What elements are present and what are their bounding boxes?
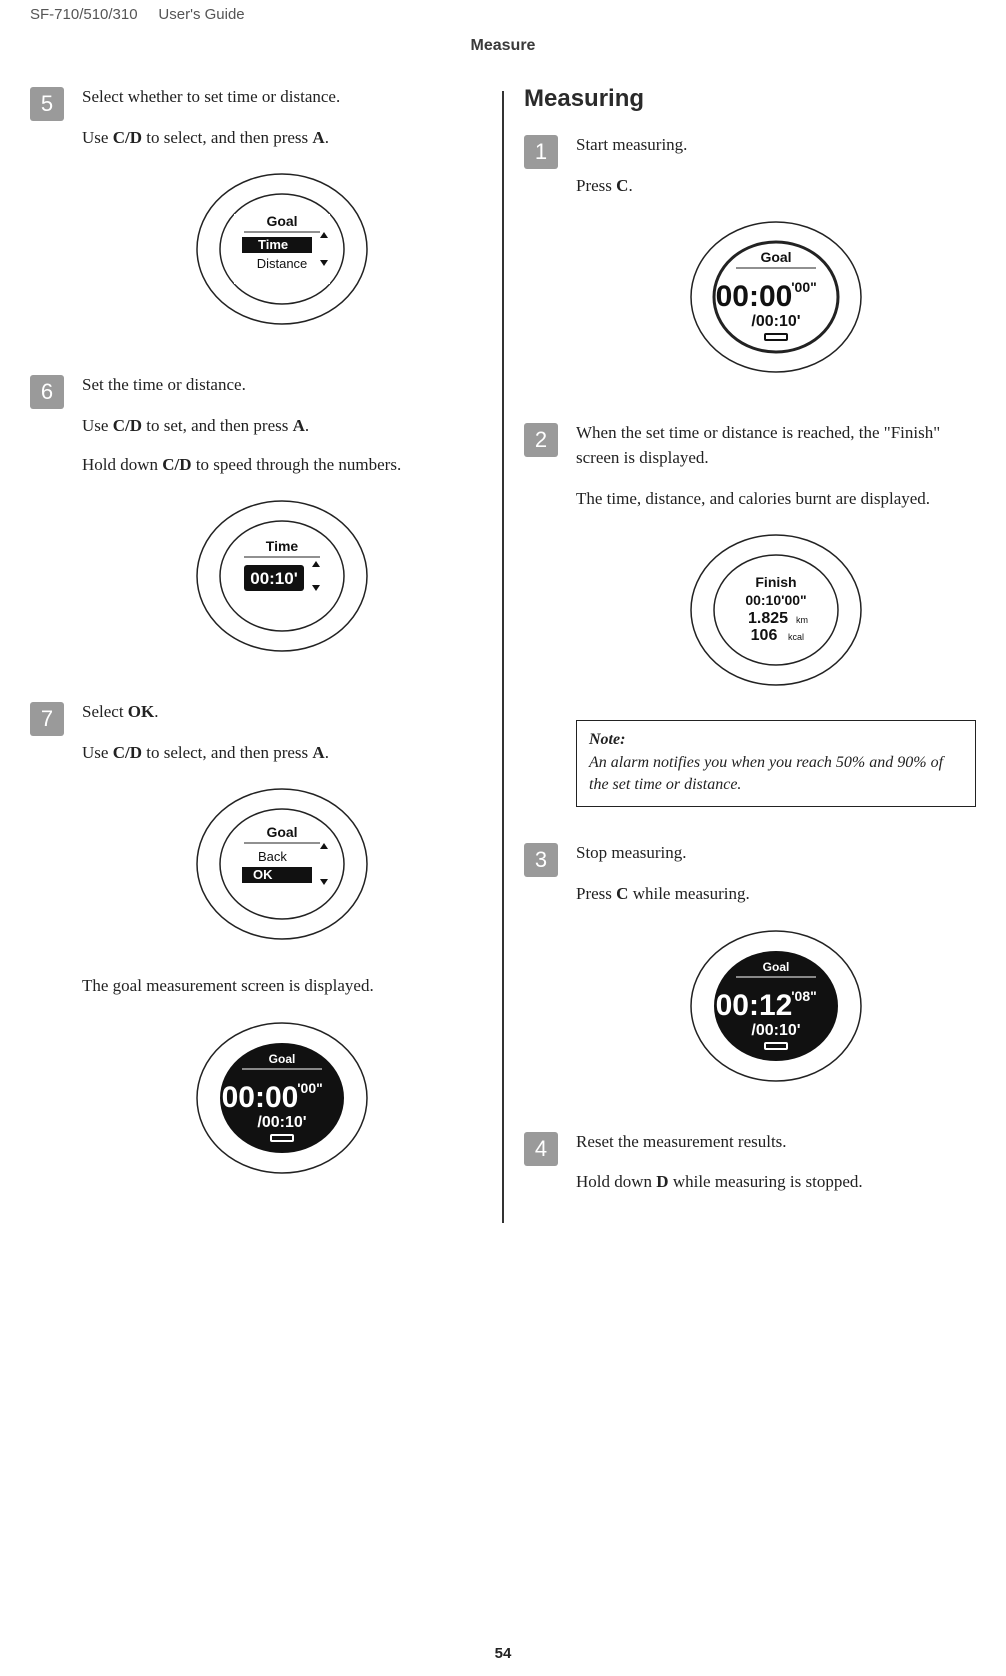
watch-goal-select: Goal Time Distance [192,164,372,339]
model-name: SF-710/510/310 [30,6,138,23]
step-number-badge: 4 [524,1132,558,1166]
left-column: 5 Select whether to set time or distance… [30,85,482,1223]
step-number-badge: 7 [30,702,64,736]
step-number-badge: 2 [524,423,558,457]
step-6: 6 Set the time or distance. Use C/D to s… [30,373,482,686]
svg-text:Goal: Goal [760,249,791,265]
step-3-lead: Stop measuring. [576,841,976,866]
step-4-line2: Hold down D while measuring is stopped. [576,1170,976,1195]
svg-text:Time: Time [266,538,299,554]
step-3: 3 Stop measuring. Press C while measurin… [524,841,976,1115]
watch-time-set: Time 00:10' [192,491,372,666]
step-1-lead: Start measuring. [576,133,976,158]
note-label: Note: [589,729,963,751]
step-7-line2: Use C/D to select, and then press A. [82,741,482,766]
svg-text:Back: Back [258,849,287,864]
watch-finish: Finish 00:10'00" 1.825 km 106 kcal [686,525,866,700]
svg-text:00:00: 00:00 [222,1081,299,1114]
step-number-badge: 1 [524,135,558,169]
step-5-lead: Select whether to set time or distance. [82,85,482,110]
svg-text:Time: Time [258,237,288,252]
svg-text:OK: OK [253,867,273,882]
svg-text:Goal: Goal [269,1052,296,1066]
svg-text:Goal: Goal [763,960,790,974]
svg-text:106: 106 [751,627,778,644]
watch-goal-running-white: Goal 00:00 '00" /00:10' [686,212,866,387]
step-2-lead: When the set time or distance is reached… [576,421,976,470]
right-column: Measuring 1 Start measuring. Press C. [524,85,976,1223]
svg-text:/00:10': /00:10' [751,1022,800,1039]
svg-text:Finish: Finish [755,574,796,590]
svg-text:00:12: 00:12 [716,989,793,1022]
svg-text:km: km [796,615,808,625]
step-7-after: The goal measurement screen is displayed… [82,974,482,999]
doc-header: SF-710/510/310 User's Guide [30,0,976,27]
svg-text:/00:10': /00:10' [751,313,800,330]
column-divider [502,91,504,1223]
svg-text:Distance: Distance [257,256,308,271]
step-2: 2 When the set time or distance is reach… [524,421,976,827]
step-2-line2: The time, distance, and calories burnt a… [576,487,976,512]
note-box: Note: An alarm notifies you when you rea… [576,720,976,807]
step-6-line2: Use C/D to set, and then press A. [82,414,482,439]
step-1-line2: Press C. [576,174,976,199]
svg-text:kcal: kcal [788,632,804,642]
svg-text:00:00: 00:00 [716,280,793,313]
step-6-line3: Hold down C/D to speed through the numbe… [82,453,482,478]
svg-text:00:10'00": 00:10'00" [745,592,806,608]
svg-text:/00:10': /00:10' [257,1114,306,1131]
svg-text:'08": '08" [791,988,817,1004]
step-5: 5 Select whether to set time or distance… [30,85,482,359]
svg-text:'00": '00" [791,279,817,295]
doc-type: User's Guide [158,6,244,23]
section-title: Measure [30,27,976,85]
step-number-badge: 6 [30,375,64,409]
svg-text:Goal: Goal [266,824,297,840]
note-text: An alarm notifies you when you reach 50%… [589,754,943,793]
step-7-lead: Select OK. [82,700,482,725]
watch-goal-stopped: Goal 00:12 '08" /00:10' [686,921,866,1096]
svg-text:'00": '00" [297,1080,323,1096]
svg-text:1.825: 1.825 [748,610,788,627]
step-4-lead: Reset the measurement results. [576,1130,976,1155]
step-4: 4 Reset the measurement results. Hold do… [524,1130,976,1209]
step-5-line2: Use C/D to select, and then press A. [82,126,482,151]
step-7: 7 Select OK. Use C/D to select, and then… [30,700,482,1208]
watch-goal-confirm: Goal Back OK [192,779,372,954]
watch-goal-measure-start: Goal 00:00 '00" /00:10' [192,1013,372,1188]
measuring-heading: Measuring [524,85,976,113]
svg-text:Goal: Goal [266,213,297,229]
page-number: 54 [0,1645,1006,1662]
step-1: 1 Start measuring. Press C. Goal [524,133,976,407]
step-6-lead: Set the time or distance. [82,373,482,398]
step-3-line2: Press C while measuring. [576,882,976,907]
step-number-badge: 5 [30,87,64,121]
step-number-badge: 3 [524,843,558,877]
svg-text:00:10': 00:10' [250,569,298,588]
